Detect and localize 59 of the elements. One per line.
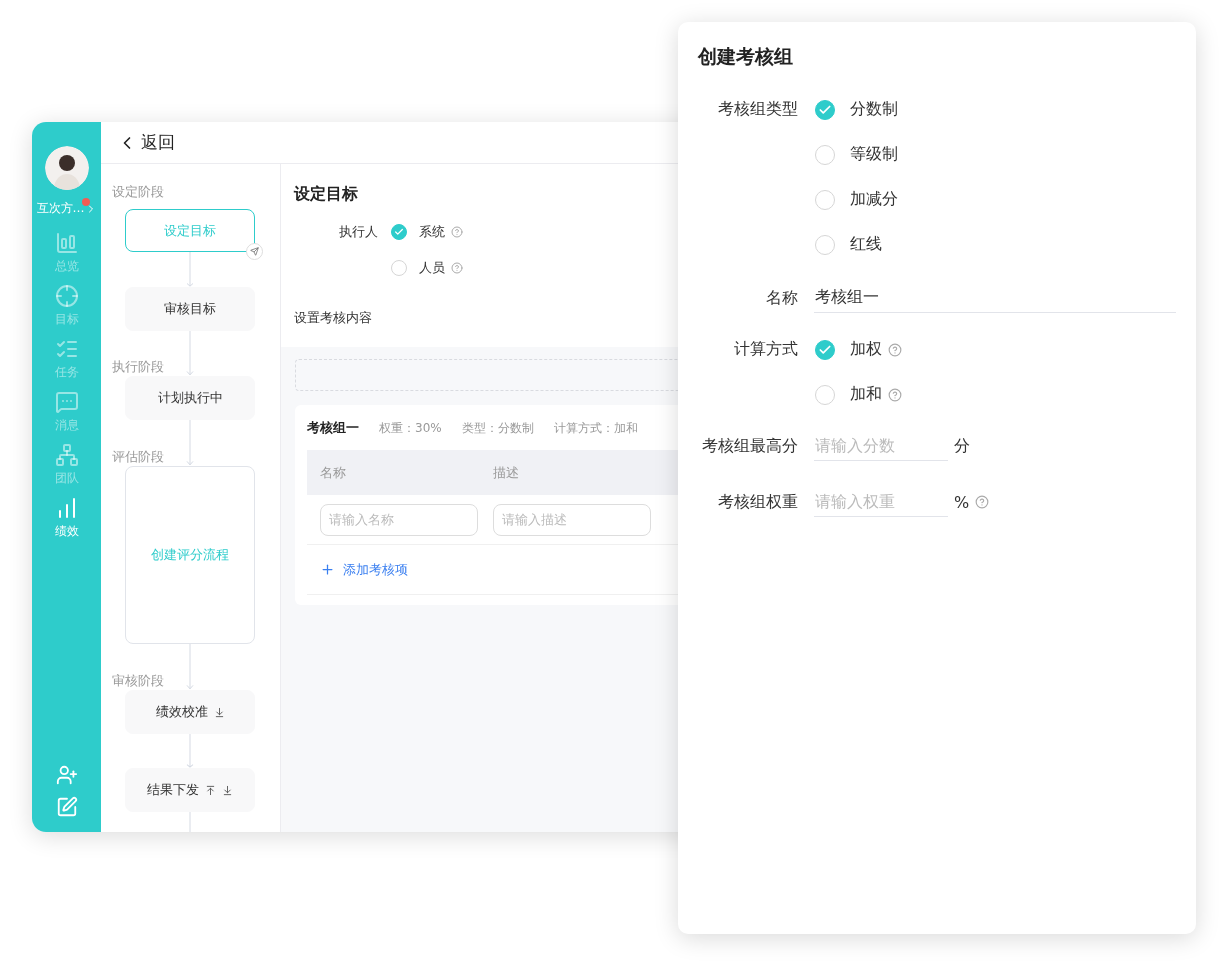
group-meta: 权重：30%	[379, 419, 442, 437]
group-meta: 计算方式：加和	[553, 419, 638, 437]
connector-arrow	[185, 252, 195, 287]
radio-option[interactable]: 系统	[391, 223, 445, 241]
nav-icon	[54, 284, 79, 308]
send-icon[interactable]	[246, 243, 263, 260]
field-label: 执行人	[338, 223, 378, 241]
flow-step[interactable]: 绩效校准	[125, 690, 255, 734]
back-button[interactable]: 返回	[117, 131, 175, 154]
column-header: 名称	[319, 463, 347, 482]
radio-option[interactable]: 分数制	[815, 99, 898, 120]
field-label: 考核组类型	[717, 99, 798, 120]
radio-option[interactable]: 红线	[815, 234, 898, 255]
nav-icon	[54, 443, 79, 467]
nav-icon	[54, 231, 79, 255]
field-label: 名称	[765, 287, 798, 309]
flow-step[interactable]: 计划执行中	[125, 376, 255, 420]
column-header: 描述	[492, 463, 520, 482]
flow-step[interactable]: 结果下发	[125, 768, 255, 812]
move-up-icon[interactable]	[205, 784, 216, 796]
flow-step[interactable]: 审核目标	[125, 287, 255, 331]
group-name: 考核组一	[307, 419, 359, 437]
help-icon[interactable]	[888, 342, 902, 357]
help-icon[interactable]	[975, 495, 990, 509]
add-user-icon[interactable]	[55, 764, 78, 786]
stage-label: 评估阶段	[112, 448, 164, 466]
field-label: 考核组权重	[717, 491, 798, 513]
input-field[interactable]: 请输入名称	[320, 503, 478, 536]
section-title: 设定目标	[294, 184, 359, 205]
radio-option[interactable]: 加权	[815, 339, 882, 360]
connector-arrow	[185, 420, 195, 466]
radio-option[interactable]: 加减分	[815, 189, 898, 210]
dialog-title: 创建考核组	[698, 44, 794, 69]
unit-label: 分	[954, 435, 970, 457]
edit-icon[interactable]	[55, 796, 78, 818]
field-label: 考核组最高分	[701, 435, 798, 457]
connector-arrow	[185, 734, 195, 768]
help-icon[interactable]	[451, 262, 463, 274]
move-down-icon[interactable]	[213, 706, 225, 718]
field-label: 计算方式	[733, 339, 798, 360]
radio-option[interactable]: 等级制	[815, 144, 898, 165]
avatar	[44, 146, 89, 190]
nav-icon	[54, 390, 79, 414]
radio-option[interactable]: 人员	[391, 259, 445, 277]
stage-label: 审核阶段	[112, 672, 164, 690]
connector-arrow	[185, 644, 195, 690]
unit-label: %	[954, 492, 970, 512]
group-meta: 类型：分数制	[461, 419, 534, 437]
section-subtitle: 设置考核内容	[294, 309, 373, 327]
connector-arrow	[185, 331, 195, 376]
stage-label: 执行阶段	[112, 358, 164, 376]
stage-label: 设定阶段	[112, 183, 164, 201]
plus-icon	[320, 562, 335, 577]
move-down-icon[interactable]	[222, 784, 233, 796]
add-item-button[interactable]: 添加考核项	[307, 545, 408, 594]
radio-option[interactable]: 加和	[815, 384, 882, 405]
help-icon[interactable]	[888, 387, 902, 402]
help-icon[interactable]	[451, 226, 463, 238]
input-field[interactable]: 请输入描述	[493, 503, 651, 536]
